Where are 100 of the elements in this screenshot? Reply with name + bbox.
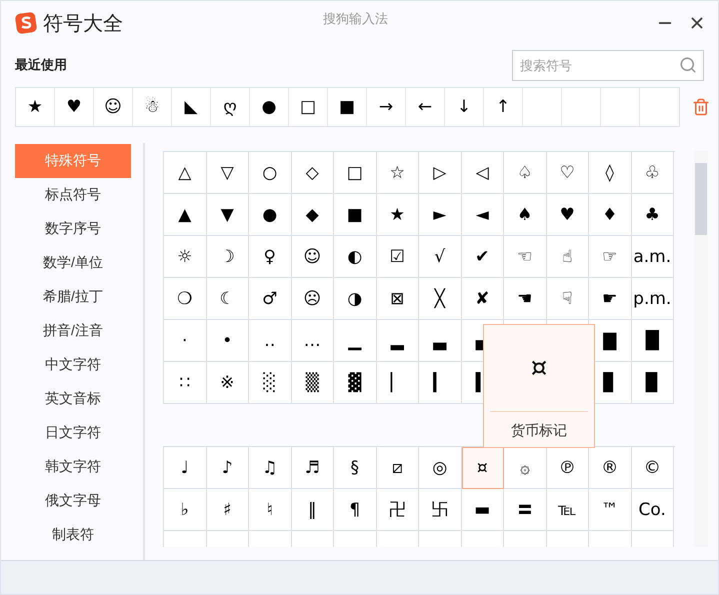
- symbol-cell[interactable]: ♀: [249, 236, 292, 278]
- symbol-cell[interactable]: ◆: [292, 194, 334, 236]
- symbol-cell[interactable]: ◇: [292, 152, 334, 194]
- symbol-cell[interactable]: ☜: [504, 236, 546, 278]
- symbol-cell[interactable]: §: [334, 447, 376, 489]
- symbol-cell[interactable]: ♫: [249, 447, 292, 489]
- symbol-cell[interactable]: ®: [589, 447, 632, 489]
- symbol-cell[interactable]: ☆: [376, 152, 419, 194]
- symbol-cell[interactable]: ‖: [292, 489, 334, 531]
- symbol-cell[interactable]: ℗: [546, 447, 589, 489]
- symbol-cell[interactable]: ♠: [504, 194, 546, 236]
- symbol-cell[interactable]: ▒: [292, 362, 334, 404]
- symbol-cell[interactable]: ╳: [419, 278, 462, 320]
- symbol-cell[interactable]: ·: [164, 320, 206, 362]
- category-item[interactable]: 数字序号: [15, 212, 131, 246]
- symbol-cell[interactable]: ◎: [419, 447, 462, 489]
- symbol-cell[interactable]: ◊: [589, 152, 632, 194]
- symbol-cell[interactable]: 卐: [419, 489, 462, 531]
- symbol-cell[interactable]: ◄: [462, 194, 504, 236]
- symbol-cell[interactable]: ◐: [334, 236, 376, 278]
- symbol-cell[interactable]: ■: [334, 194, 376, 236]
- symbol-cell[interactable]: ♡: [546, 152, 589, 194]
- symbol-cell[interactable]: ¤: [462, 447, 504, 489]
- search-icon[interactable]: [679, 56, 697, 74]
- symbol-cell[interactable]: ❍: [164, 278, 206, 320]
- symbol-cell[interactable]: ▼: [206, 194, 249, 236]
- category-item[interactable]: 英文音标: [15, 382, 131, 416]
- symbol-cell[interactable]: △: [164, 152, 206, 194]
- symbol-cell[interactable]: ☛: [589, 278, 632, 320]
- symbol-cell[interactable]: ►: [419, 194, 462, 236]
- symbol-cell[interactable]: ▉: [632, 362, 674, 404]
- symbol-cell[interactable]: •: [206, 320, 249, 362]
- symbol-cell[interactable]: ◁: [462, 152, 504, 194]
- symbol-cell[interactable]: ☽: [206, 236, 249, 278]
- symbol-cell[interactable]: ♩: [164, 447, 206, 489]
- category-item[interactable]: 中文字符: [15, 348, 131, 382]
- symbol-cell[interactable]: ∷: [164, 362, 206, 404]
- symbol-cell[interactable]: ▲: [164, 194, 206, 236]
- symbol-cell[interactable]: ♬: [292, 447, 334, 489]
- symbol-cell[interactable]: ▓: [334, 362, 376, 404]
- symbol-cell[interactable]: ™: [589, 489, 632, 531]
- symbol-cell[interactable]: ©: [632, 447, 674, 489]
- symbol-cell[interactable]: ☺: [292, 236, 334, 278]
- symbol-cell[interactable]: √: [419, 236, 462, 278]
- symbol-cell[interactable]: ⊠: [376, 278, 419, 320]
- symbol-cell[interactable]: ☹: [292, 278, 334, 320]
- symbol-cell[interactable]: ♣: [632, 194, 674, 236]
- symbol-cell[interactable]: ▽: [206, 152, 249, 194]
- symbol-cell[interactable]: ♯: [206, 489, 249, 531]
- category-item[interactable]: 希腊/拉丁: [15, 280, 131, 314]
- symbol-cell[interactable]: ▬: [462, 489, 504, 531]
- symbol-cell[interactable]: ✔: [462, 236, 504, 278]
- symbol-cell[interactable]: ☝: [546, 236, 589, 278]
- symbol-cell[interactable]: 〓: [504, 489, 546, 531]
- symbol-cell[interactable]: ◑: [334, 278, 376, 320]
- category-item[interactable]: 韩文字符: [15, 450, 131, 484]
- symbol-cell[interactable]: ♧: [632, 152, 674, 194]
- symbol-cell[interactable]: ♤: [504, 152, 546, 194]
- symbol-cell[interactable]: ☼: [164, 236, 206, 278]
- symbol-cell[interactable]: ♮: [249, 489, 292, 531]
- category-item[interactable]: 日文字符: [15, 416, 131, 450]
- symbol-cell[interactable]: ○: [249, 152, 292, 194]
- symbol-cell[interactable]: ♭: [164, 489, 206, 531]
- symbol-cell[interactable]: ★: [376, 194, 419, 236]
- symbol-cell[interactable]: ۞: [504, 447, 546, 489]
- symbol-cell[interactable]: ‥: [249, 320, 292, 362]
- category-item[interactable]: 制表符: [15, 518, 131, 552]
- symbol-cell[interactable]: ░: [249, 362, 292, 404]
- symbol-cell[interactable]: ✘: [462, 278, 504, 320]
- symbol-cell[interactable]: …: [292, 320, 334, 362]
- symbol-cell[interactable]: ☞: [589, 236, 632, 278]
- symbol-cell[interactable]: a.m.: [632, 236, 674, 278]
- trash-icon[interactable]: [692, 98, 710, 116]
- symbol-cell[interactable]: ※: [206, 362, 249, 404]
- symbol-cell[interactable]: ▷: [419, 152, 462, 194]
- symbol-cell[interactable]: 卍: [376, 489, 419, 531]
- symbol-cell[interactable]: ▎: [419, 362, 462, 404]
- scrollbar[interactable]: [694, 151, 708, 547]
- symbol-cell[interactable]: ♥: [546, 194, 589, 236]
- symbol-cell[interactable]: ☑: [376, 236, 419, 278]
- symbol-cell[interactable]: ♪: [206, 447, 249, 489]
- symbol-cell[interactable]: █: [632, 320, 674, 362]
- symbol-cell[interactable]: ☟: [546, 278, 589, 320]
- category-item[interactable]: 标点符号: [15, 178, 131, 212]
- category-item[interactable]: 俄文字母: [15, 484, 131, 518]
- scrollbar-thumb[interactable]: [695, 163, 707, 235]
- symbol-cell[interactable]: □: [334, 152, 376, 194]
- symbol-cell[interactable]: ▏: [376, 362, 419, 404]
- symbol-cell[interactable]: p.m.: [632, 278, 674, 320]
- symbol-cell[interactable]: ♂: [249, 278, 292, 320]
- category-item[interactable]: 拼音/注音: [15, 314, 131, 348]
- symbol-cell[interactable]: ☾: [206, 278, 249, 320]
- symbol-cell[interactable]: Co.: [632, 489, 674, 531]
- symbol-cell[interactable]: ●: [249, 194, 292, 236]
- search-field[interactable]: 搜索符号: [512, 50, 704, 80]
- symbol-cell[interactable]: ¶: [334, 489, 376, 531]
- symbol-cell[interactable]: ℡: [546, 489, 589, 531]
- symbol-cell[interactable]: ▃: [419, 320, 462, 362]
- symbol-cell[interactable]: ♦: [589, 194, 632, 236]
- symbol-cell[interactable]: ⧄: [376, 447, 419, 489]
